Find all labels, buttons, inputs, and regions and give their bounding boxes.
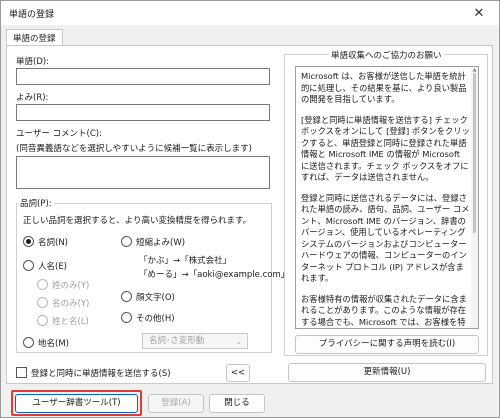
user-dictionary-tool-button[interactable]: ユーザー辞書ツール(T) — [15, 394, 138, 413]
radio-surname-label: 姓のみ(Y) — [52, 281, 90, 291]
radio-given-name[interactable] — [37, 297, 48, 308]
radio-surname[interactable] — [37, 279, 48, 290]
window-title: 単語の登録 — [9, 10, 55, 20]
comment-hint: (同音異義語などを選択しやすいように候補一覧に表示します) — [16, 144, 252, 154]
pos-group-label: 品詞(P): — [18, 197, 54, 209]
close-button[interactable]: 閉じる — [209, 394, 265, 413]
radio-emoticon[interactable] — [121, 291, 132, 302]
comment-input[interactable] — [16, 156, 270, 189]
chevron-down-icon: ⌄ — [235, 337, 242, 346]
info-paragraph: Microsoft は、お客様が送信した単語を統計的に処理し、その結果を基に、よ… — [301, 71, 467, 104]
send-checkbox[interactable] — [16, 367, 27, 378]
close-icon[interactable]: ✕ — [459, 1, 499, 25]
privacy-statement-button[interactable]: プライバシーに関する声明を読む(I) — [295, 335, 479, 354]
title-bar: 単語の登録 ✕ — [1, 1, 499, 25]
radio-short-reading[interactable] — [121, 236, 132, 247]
reading-input[interactable] — [16, 104, 270, 121]
collapse-button[interactable]: << — [226, 364, 250, 382]
reading-label: よみ(R): — [16, 93, 49, 103]
radio-short-reading-label: 短縮よみ(W) — [136, 238, 186, 248]
update-info-button[interactable]: 更新情報(U) — [288, 363, 486, 382]
pos-select-value: 名詞･さ変形動 — [149, 336, 205, 346]
radio-full-name[interactable] — [37, 315, 48, 326]
info-textbox[interactable]: Microsoft は、お客様が送信した単語を統計的に処理し、その結果を基に、よ… — [295, 66, 479, 329]
radio-emoticon-label: 顔文字(O) — [136, 293, 175, 303]
radio-person-label: 人名(E) — [38, 262, 68, 272]
radio-place[interactable] — [23, 337, 34, 348]
send-checkbox-label: 登録と同時に単語情報を送信する(S) — [31, 369, 171, 379]
radio-other[interactable] — [121, 312, 132, 323]
radio-place-label: 地名(M) — [38, 339, 69, 349]
info-paragraph: お客様特有の情報が収集されたデータに含まれることがあります。このような情報が存在… — [301, 293, 467, 327]
comment-label: ユーザー コメント(C): — [16, 129, 102, 139]
radio-given-name-label: 名のみ(Y) — [52, 299, 90, 309]
radio-noun-label: 名詞(N) — [38, 238, 68, 248]
info-title: 単語収集へのご協力のお願い — [329, 49, 444, 61]
pos-select[interactable]: 名詞･さ変形動 ⌄ — [142, 333, 248, 349]
example-1: 「かぶ」→「株式会社」 — [139, 256, 232, 266]
radio-other-label: その他(H) — [136, 314, 175, 324]
tab-word-register[interactable]: 単語の登録 — [6, 29, 63, 46]
register-button[interactable]: 登録(A) — [148, 394, 204, 413]
scrollbar-thumb[interactable] — [473, 73, 476, 233]
dialog-window: 単語の登録 ✕ 単語の登録 単語(D): よみ(R): ユーザー コメント(C)… — [0, 0, 500, 418]
info-scrollbar[interactable]: ▲ — [471, 67, 478, 328]
radio-person[interactable] — [23, 260, 34, 271]
info-paragraph: 登録と同時に送信されるデータには、登録された単語の読み、語句、品詞、ユーザー コ… — [301, 192, 470, 284]
info-paragraph: [登録と同時に単語情報を送信する] チェック ボックスをオンにして [登録] ボ… — [301, 114, 470, 183]
example-2: 「めーる」→「aoki@example.com」 — [139, 270, 290, 280]
word-label: 単語(D): — [16, 57, 50, 67]
radio-full-name-label: 姓と名(L) — [52, 317, 89, 327]
pos-hint: 正しい品詞を選択すると、より高い変換精度を得られます。 — [23, 216, 252, 226]
tab-panel: 単語(D): よみ(R): ユーザー コメント(C): (同音異義語などを選択し… — [6, 45, 493, 384]
radio-noun[interactable] — [23, 236, 34, 247]
word-input[interactable] — [16, 68, 270, 85]
